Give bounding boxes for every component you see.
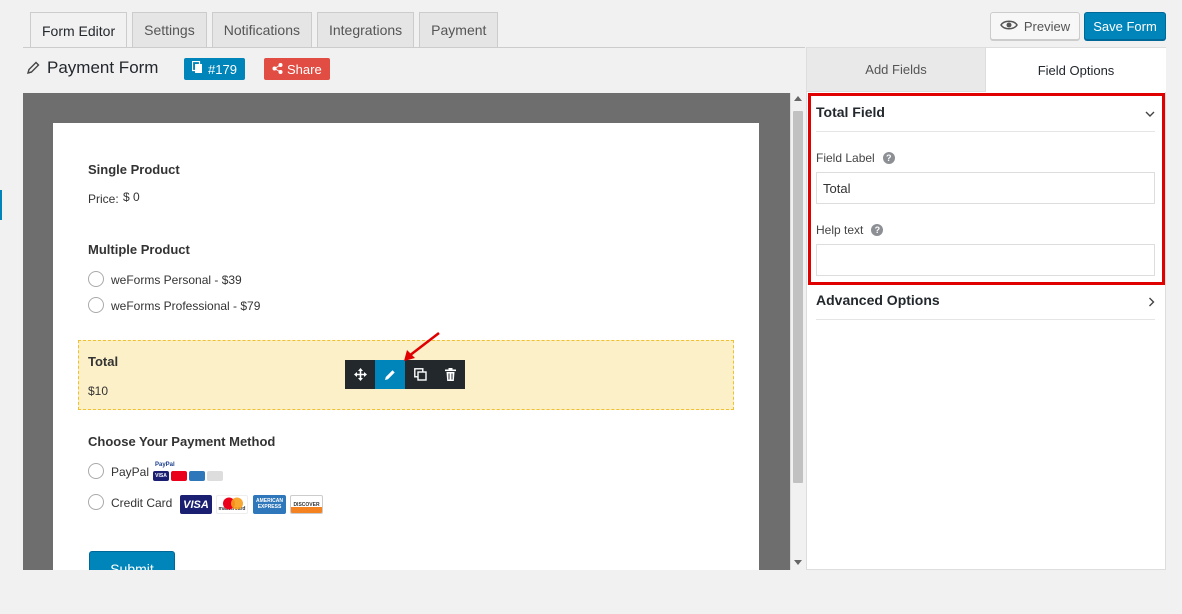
highlight-annotation-box xyxy=(808,93,1165,285)
option-personal: weForms Personal - $39 xyxy=(111,273,242,287)
form-title-row: Payment Form xyxy=(25,58,158,78)
share-icon xyxy=(272,62,283,77)
tabs-divider xyxy=(23,47,805,48)
scroll-down-arrow[interactable] xyxy=(794,560,802,565)
paypal-logos: PayPal VISA xyxy=(153,462,225,482)
paypal-logo: PayPal xyxy=(155,462,175,468)
form-id-badge[interactable]: #179 xyxy=(184,58,245,80)
advanced-divider xyxy=(816,319,1155,320)
visa-mini-logo: VISA xyxy=(153,471,169,481)
preview-label: Preview xyxy=(1023,18,1071,34)
chevron-right-icon[interactable] xyxy=(1148,295,1155,310)
mastercard-mini-logo xyxy=(171,471,187,481)
preview-button[interactable]: Preview xyxy=(990,12,1080,40)
move-icon[interactable] xyxy=(345,360,375,389)
tab-integrations[interactable]: Integrations xyxy=(316,12,415,47)
total-value: $10 xyxy=(88,384,109,398)
pencil-icon[interactable] xyxy=(25,60,41,76)
payment-method-label: Choose Your Payment Method xyxy=(88,434,276,449)
edit-icon[interactable] xyxy=(375,360,405,389)
form-canvas: Single Product Price: $ 0 Multiple Produ… xyxy=(23,93,790,570)
tab-field-options[interactable]: Field Options xyxy=(986,48,1166,92)
visa-logo: VISA xyxy=(180,495,212,514)
form-preview: Single Product Price: $ 0 Multiple Produ… xyxy=(53,123,759,570)
canvas-scrollbar[interactable] xyxy=(790,93,805,570)
amex-logo: AMERICAN EXPRESS xyxy=(253,495,286,514)
share-button[interactable]: Share xyxy=(264,58,330,80)
tab-add-fields[interactable]: Add Fields xyxy=(807,48,986,92)
amex-mini-logo xyxy=(189,471,205,481)
admin-edge-marker xyxy=(0,190,2,220)
editor-tabs: Form Editor Settings Notifications Integ… xyxy=(30,12,499,48)
option-paypal: PayPal xyxy=(111,465,150,479)
single-product-label: Single Product xyxy=(88,162,180,177)
copy-icon xyxy=(191,60,203,77)
form-title: Payment Form xyxy=(47,58,159,77)
tab-notifications[interactable]: Notifications xyxy=(211,12,312,47)
eye-icon xyxy=(999,19,1018,34)
advanced-options-title[interactable]: Advanced Options xyxy=(816,292,940,308)
option-professional: weForms Professional - $79 xyxy=(111,299,261,313)
save-form-button[interactable]: Save Form xyxy=(1084,12,1166,40)
scroll-up-arrow[interactable] xyxy=(794,96,802,101)
scroll-thumb[interactable] xyxy=(793,111,803,483)
radio-paypal[interactable] xyxy=(88,463,104,479)
form-id-label: #179 xyxy=(208,61,237,77)
radio-professional[interactable] xyxy=(88,297,104,313)
price-prefix: Price: xyxy=(88,192,119,206)
discover-logo-text: DISCOVER xyxy=(293,501,320,508)
price-value: $ 0 xyxy=(123,190,140,204)
duplicate-icon[interactable] xyxy=(405,360,435,389)
discover-logo-stripe xyxy=(291,507,322,513)
tab-settings[interactable]: Settings xyxy=(132,12,207,47)
discover-logo: DISCOVER xyxy=(290,495,323,514)
mastercard-logo: mastercard xyxy=(216,495,248,514)
trash-icon[interactable] xyxy=(435,360,465,389)
multiple-product-label: Multiple Product xyxy=(88,242,190,257)
submit-button[interactable]: Submit xyxy=(89,551,175,570)
option-credit-card: Credit Card xyxy=(111,496,173,510)
pointer-arrow-annotation xyxy=(404,332,440,361)
discover-mini-logo xyxy=(207,471,223,481)
tab-form-editor[interactable]: Form Editor xyxy=(30,12,128,48)
field-action-toolbar xyxy=(345,360,465,389)
total-label: Total xyxy=(88,354,119,369)
radio-personal[interactable] xyxy=(88,271,104,287)
share-label: Share xyxy=(287,61,322,77)
tab-payment[interactable]: Payment xyxy=(419,12,499,47)
radio-credit-card[interactable] xyxy=(88,494,104,510)
